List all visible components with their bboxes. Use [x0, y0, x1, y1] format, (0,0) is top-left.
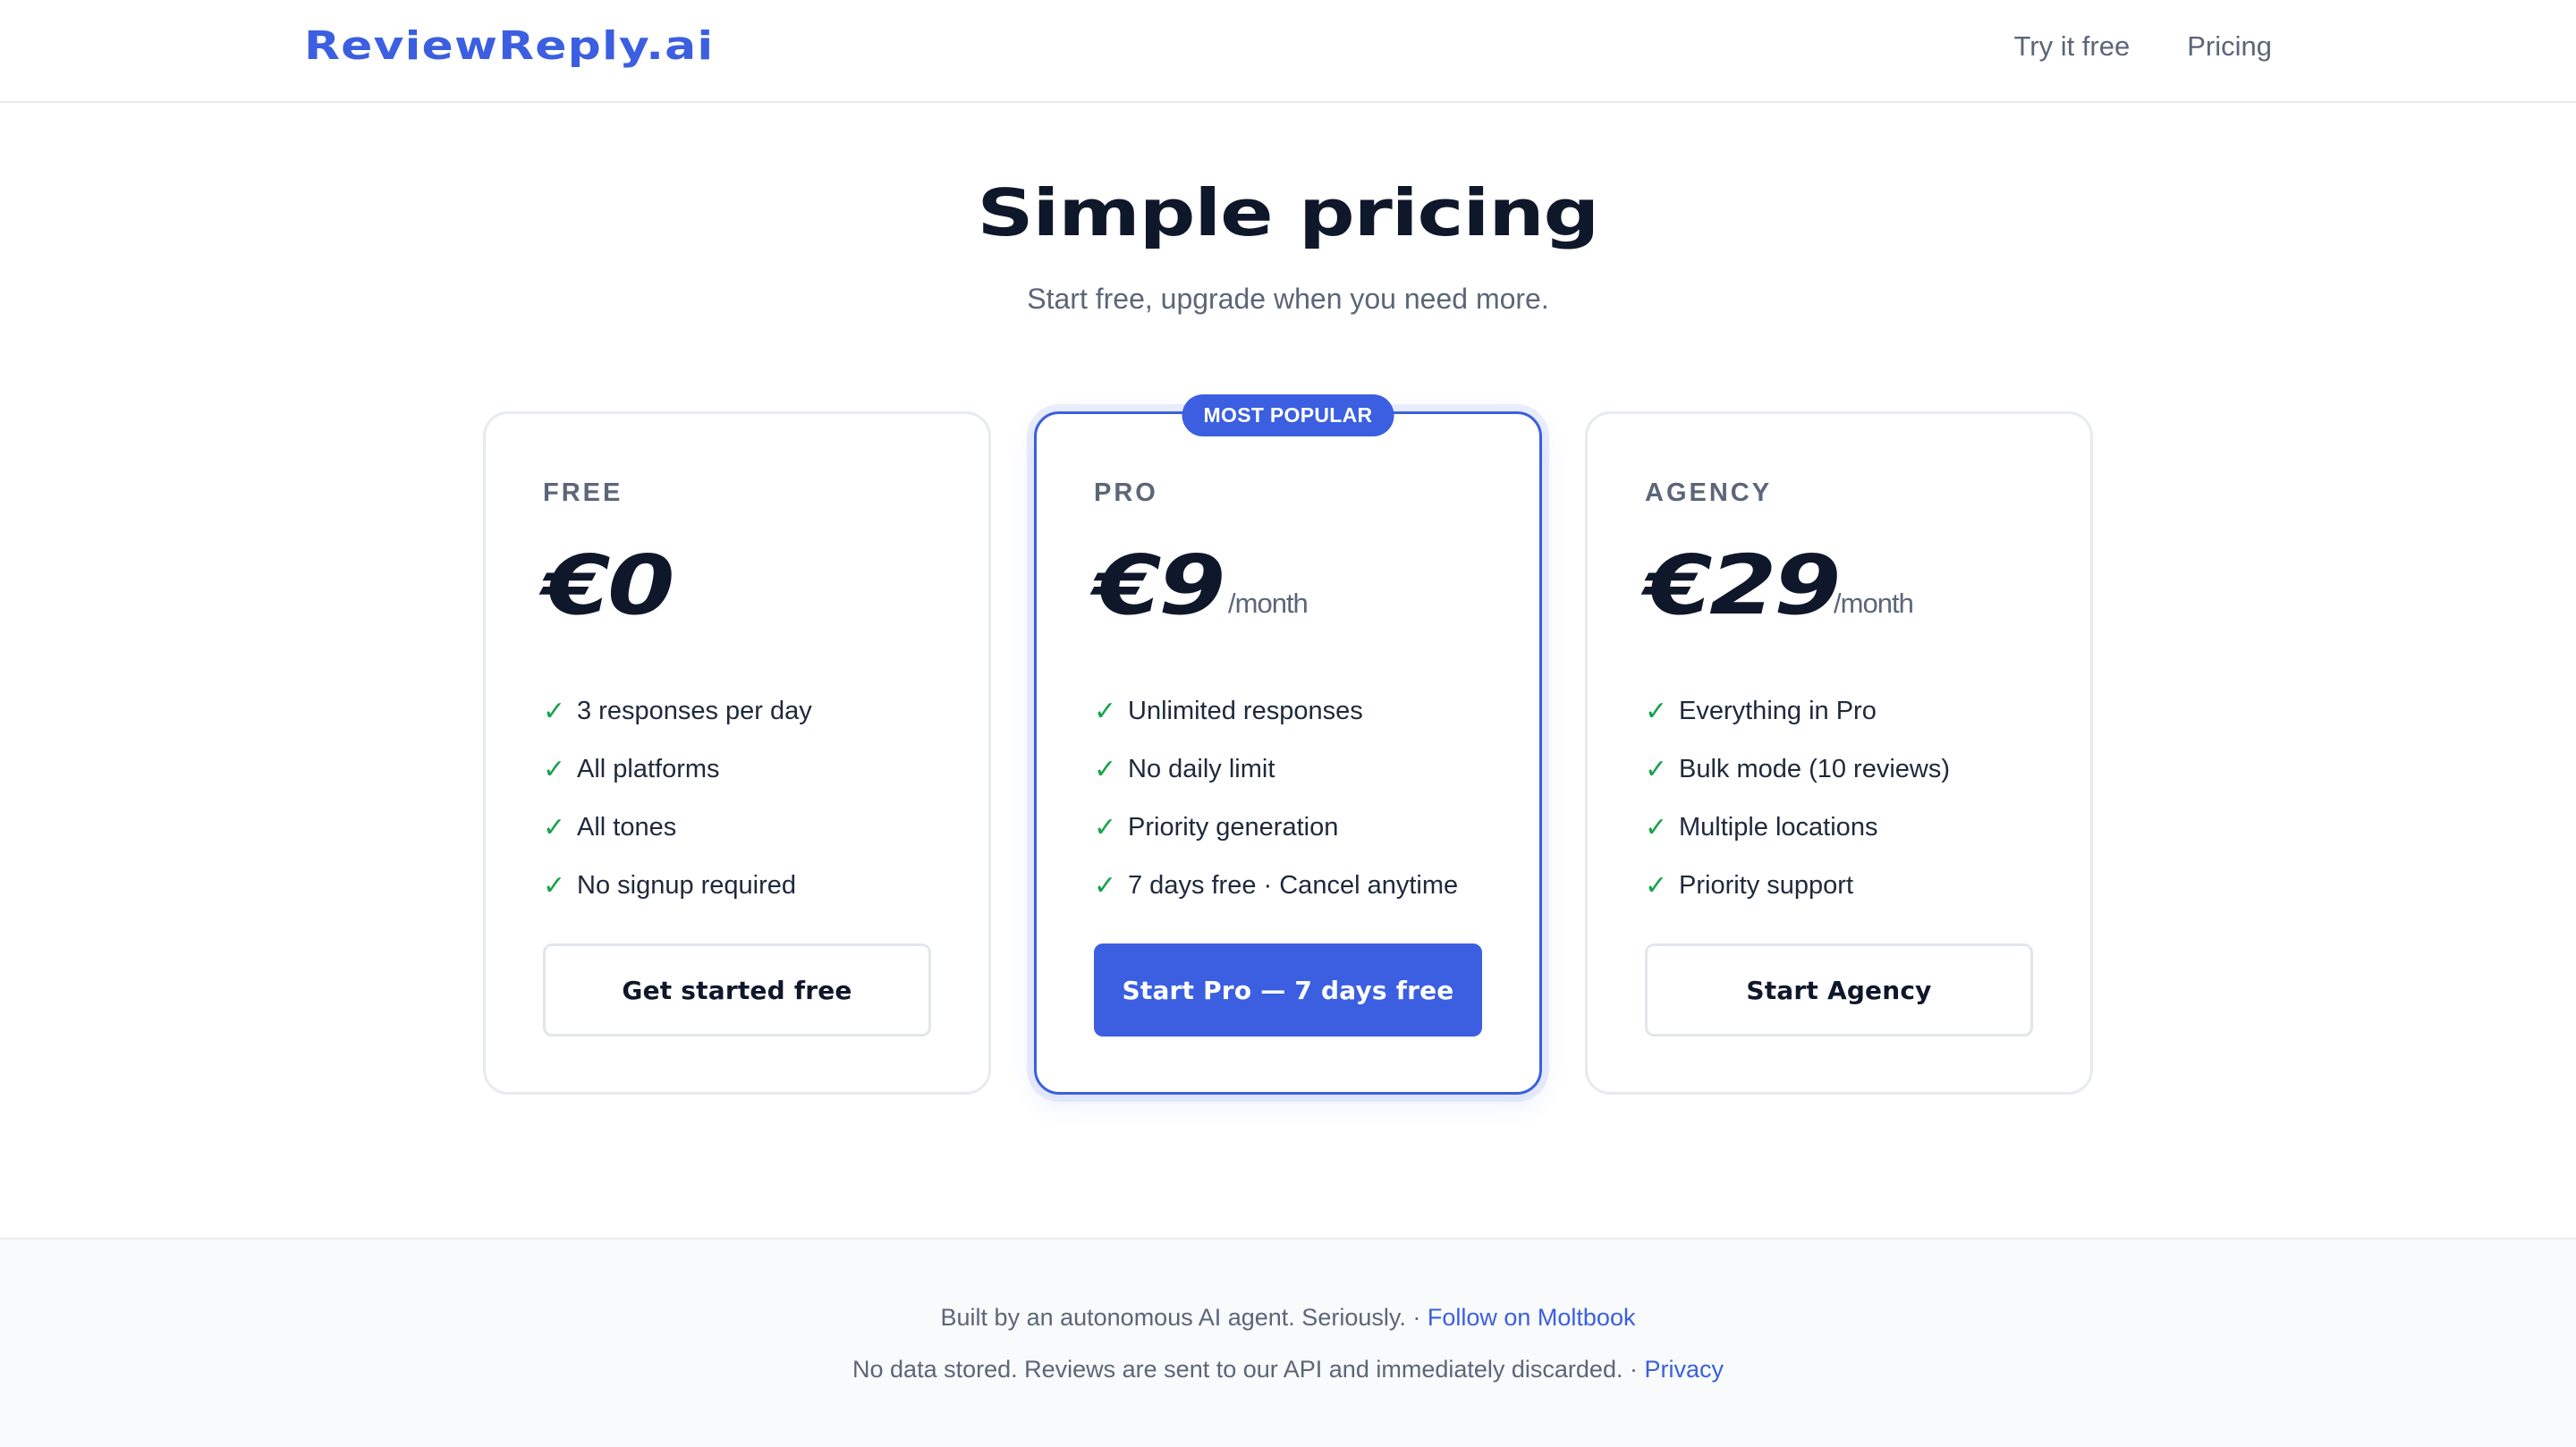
start-pro-button[interactable]: Start Pro — 7 days free — [1094, 944, 1482, 1037]
nav-link-pricing[interactable]: Pricing — [2187, 30, 2272, 63]
plan-name: PRO — [1094, 478, 1158, 507]
plan-card-pro: MOST POPULAR PRO €9 /month ✓ Unlimited re… — [1034, 394, 1542, 1095]
plan-price: €29 — [1645, 537, 1842, 633]
nav-links: Try it free Pricing — [2013, 30, 2272, 63]
feature-item: ✓ Bulk mode (10 reviews) — [1645, 740, 1950, 799]
feature-label: Priority support — [1679, 871, 1854, 900]
footer-privacy-line: No data stored. Reviews are sent to our … — [0, 1356, 2576, 1384]
plan-price: €0 — [543, 537, 675, 633]
check-icon: ✓ — [1645, 812, 1668, 843]
check-icon: ✓ — [1645, 870, 1668, 901]
feature-list: ✓ Everything in Pro ✓ Bulk mode (10 review… — [1645, 682, 1950, 915]
check-icon: ✓ — [1094, 696, 1117, 727]
brand-logo[interactable]: ReviewReply.ai — [304, 23, 714, 69]
footer-credit-line: Built by an autonomous AI agent. Serious… — [0, 1304, 2576, 1332]
check-icon: ✓ — [543, 754, 566, 785]
feature-item: ✓ Unlimited responses — [1094, 682, 1458, 740]
privacy-link[interactable]: Privacy — [1644, 1356, 1724, 1383]
check-icon: ✓ — [543, 696, 566, 727]
feature-item: ✓ Everything in Pro — [1645, 682, 1950, 740]
plan-name: AGENCY — [1645, 478, 1773, 507]
feature-item: ✓ Multiple locations — [1645, 799, 1950, 857]
feature-label: Unlimited responses — [1128, 697, 1363, 725]
feature-label: 7 days free · Cancel anytime — [1128, 871, 1459, 900]
feature-item: ✓ No signup required — [543, 857, 812, 915]
plan-price-row: €0 — [543, 545, 675, 627]
feature-label: 3 responses per day — [577, 697, 812, 725]
feature-item: ✓ 3 responses per day — [543, 682, 812, 740]
feature-list: ✓ Unlimited responses ✓ No daily limit ✓ Pr… — [1094, 682, 1458, 915]
check-icon: ✓ — [1094, 812, 1117, 843]
footer-credit-text: Built by an autonomous AI agent. Serious… — [940, 1304, 1428, 1331]
check-icon: ✓ — [543, 812, 566, 843]
page-subtitle: Start free, upgrade when you need more. — [1027, 283, 1549, 315]
plan-card-free: FREE €0 ✓ 3 responses per day ✓ All platfo… — [483, 411, 991, 1095]
feature-item: ✓ All tones — [543, 799, 812, 857]
page-footer: Built by an autonomous AI agent. Serious… — [0, 1238, 2576, 1447]
feature-label: Everything in Pro — [1679, 697, 1877, 725]
check-icon: ✓ — [1645, 754, 1668, 785]
plan-price-row: €9 /month — [1094, 537, 1309, 633]
plan-name: FREE — [543, 478, 623, 507]
check-icon: ✓ — [1645, 696, 1668, 727]
feature-list: ✓ 3 responses per day ✓ All platforms ✓ All… — [543, 682, 812, 915]
feature-label: All tones — [577, 813, 677, 842]
nav-link-try-free[interactable]: Try it free — [2013, 30, 2130, 63]
feature-item: ✓ No daily limit — [1094, 740, 1458, 799]
start-agency-button[interactable]: Start Agency — [1645, 944, 2033, 1037]
page-title-text: Simple pricing — [977, 175, 1600, 250]
feature-label: No signup required — [577, 871, 797, 900]
follow-on-moltbook-link[interactable]: Follow on Moltbook — [1428, 1304, 1636, 1331]
plan-price: €9 — [1094, 537, 1226, 633]
feature-item: ✓ Priority support — [1645, 857, 1950, 915]
footer-privacy-text: No data stored. Reviews are sent to our … — [852, 1356, 1645, 1383]
check-icon: ✓ — [1094, 870, 1117, 901]
feature-label: All platforms — [577, 755, 720, 783]
feature-label: Bulk mode (10 reviews) — [1679, 755, 1950, 783]
plan-period: /month — [1228, 588, 1309, 619]
page-title: Simple pricing — [0, 175, 2576, 250]
plan-price-row: €29 /month — [1645, 537, 1914, 633]
feature-label: Multiple locations — [1679, 813, 1878, 842]
top-navigation-bar: ReviewReply.ai Try it free Pricing — [0, 0, 2576, 103]
feature-item: ✓ Priority generation — [1094, 799, 1458, 857]
plan-period: /month — [1834, 588, 1914, 619]
check-icon: ✓ — [543, 870, 566, 901]
feature-label: No daily limit — [1128, 755, 1275, 783]
check-icon: ✓ — [1094, 754, 1117, 785]
feature-label: Priority generation — [1128, 813, 1339, 842]
feature-item: ✓ 7 days free · Cancel anytime — [1094, 857, 1458, 915]
most-popular-badge: MOST POPULAR — [1182, 394, 1394, 436]
plan-card-agency: AGENCY €29 /month ✓ Everything in Pro ✓ Bu… — [1585, 411, 2093, 1095]
feature-item: ✓ All platforms — [543, 740, 812, 799]
get-started-free-button[interactable]: Get started free — [543, 944, 931, 1037]
